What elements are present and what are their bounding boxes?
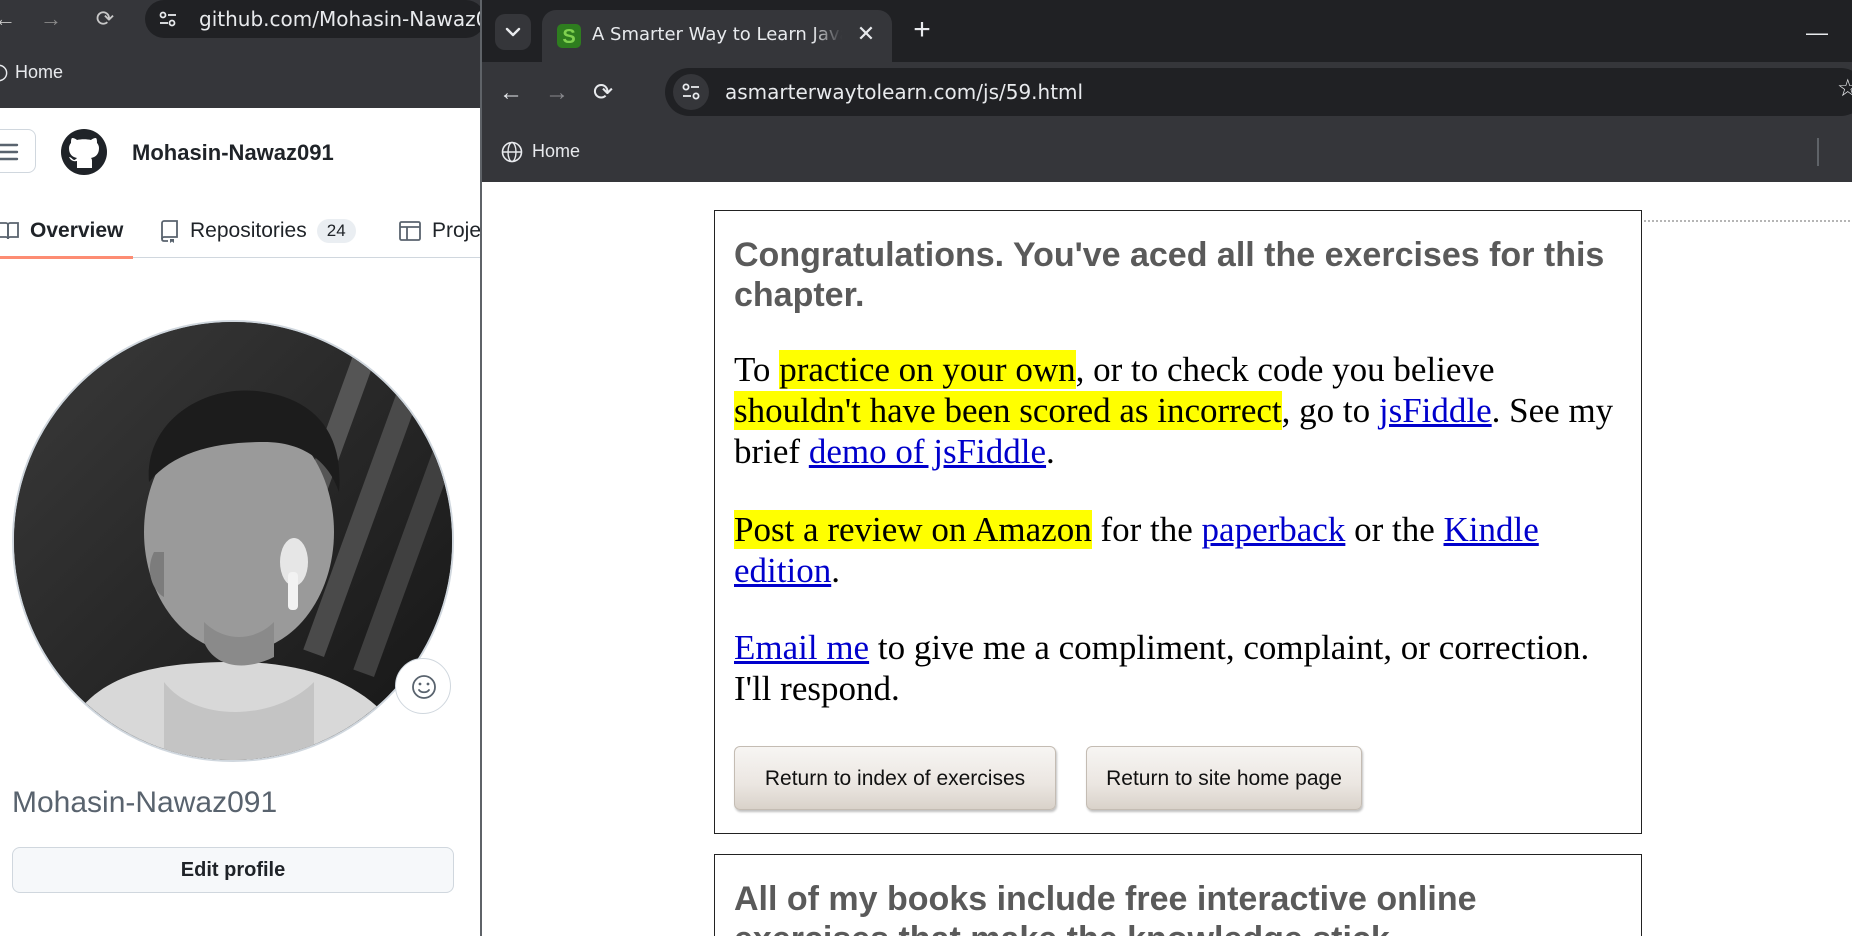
book-icon xyxy=(0,222,19,240)
bookmark-home[interactable]: Home xyxy=(532,141,580,162)
tab-search-chevron-icon xyxy=(505,27,521,37)
active-tab-indicator xyxy=(0,256,133,259)
back-arrow-icon[interactable]: ← xyxy=(0,6,18,32)
smiley-icon xyxy=(412,675,436,699)
tab-repositories[interactable]: Repositories 24 xyxy=(160,204,356,258)
site-info-tune-icon xyxy=(682,83,700,100)
tab-repositories-label: Repositories xyxy=(190,219,307,242)
web-page-content: Congratulations. You've aced all the exe… xyxy=(482,182,1852,936)
return-to-home-button[interactable]: Return to site home page xyxy=(1086,746,1362,810)
books-panel: All of my books include free interactive… xyxy=(714,854,1642,936)
review-text-2: or the xyxy=(1345,510,1444,549)
hamburger-menu-icon xyxy=(0,143,19,161)
url-text[interactable]: asmarterwaytolearn.com/js/59.html xyxy=(725,80,1083,104)
practice-text-2: , or to check code you believe xyxy=(1075,350,1495,389)
forward-arrow-icon[interactable]: → xyxy=(38,6,64,32)
demo-jsfiddle-link[interactable]: demo of jsFiddle xyxy=(809,432,1046,471)
star-icon[interactable]: ☆ xyxy=(1837,74,1852,103)
favicon-s-icon: S xyxy=(557,24,581,48)
practice-paragraph: To practice on your own, or to check cod… xyxy=(734,349,1624,472)
tab-search-button[interactable] xyxy=(495,14,531,50)
forward-arrow-icon[interactable]: → xyxy=(542,78,572,108)
bg-bookmarks-bar: Home xyxy=(0,40,480,108)
reload-icon[interactable]: ⟳ xyxy=(92,6,118,32)
tab-active[interactable]: S A Smarter Way to Learn JavaScri ✕ xyxy=(542,10,892,62)
bookmarks-divider xyxy=(1817,138,1819,166)
bookmarks-bar: Home xyxy=(482,124,1852,182)
bg-bookmark-home[interactable]: Home xyxy=(15,62,63,83)
edit-profile-button[interactable]: Edit profile xyxy=(12,847,454,893)
practice-highlight-2: shouldn't have been scored as incorrect xyxy=(734,391,1282,430)
github-header: Mohasin-Nawaz091 Overview Repositories 2… xyxy=(0,108,480,259)
return-to-index-button[interactable]: Return to index of exercises xyxy=(734,746,1056,810)
minimize-icon[interactable]: — xyxy=(1802,20,1832,45)
set-status-button[interactable] xyxy=(395,658,451,714)
tab-overview-label: Overview xyxy=(30,219,124,242)
avatar-photo xyxy=(14,322,452,760)
repositories-count-badge: 24 xyxy=(316,219,356,243)
profile-tabs: Overview Repositories 24 Proje xyxy=(0,204,480,259)
books-heading: All of my books include free interactive… xyxy=(734,880,1477,936)
practice-text-3: , go to xyxy=(1281,391,1379,430)
plus-icon[interactable]: + xyxy=(907,15,937,46)
bg-url-text[interactable]: github.com/Mohasin-Nawaz09 xyxy=(199,7,480,31)
bg-address-bar[interactable]: github.com/Mohasin-Nawaz09 xyxy=(145,0,480,38)
background-browser-window: ← → ⟳ github.com/Mohasin-Nawaz09 Home Mo… xyxy=(0,0,480,936)
browser-toolbar: ← → ⟳ asmarterwaytolearn.com/js/59.html … xyxy=(482,62,1852,124)
practice-highlight-1: practice on your own xyxy=(779,350,1076,389)
review-text-1: for the xyxy=(1091,510,1202,549)
bg-browser-toolbar: ← → ⟳ github.com/Mohasin-Nawaz09 xyxy=(0,0,480,40)
reload-icon[interactable]: ⟳ xyxy=(588,78,618,108)
practice-text-5: . xyxy=(1046,432,1055,471)
avatar[interactable] xyxy=(12,320,454,762)
congratulations-heading: Congratulations. You've aced all the exe… xyxy=(734,236,1605,314)
site-info-button[interactable] xyxy=(673,74,709,110)
jsfiddle-link[interactable]: jsFiddle xyxy=(1379,391,1492,430)
tab-title: A Smarter Way to Learn JavaScri xyxy=(592,24,842,45)
practice-text-1: To xyxy=(734,350,780,389)
tab-projects[interactable]: Proje xyxy=(398,204,480,258)
tab-projects-label: Proje xyxy=(432,219,480,242)
paperback-link[interactable]: paperback xyxy=(1202,510,1346,549)
address-bar[interactable]: asmarterwaytolearn.com/js/59.html xyxy=(665,68,1852,116)
close-icon[interactable]: ✕ xyxy=(854,22,878,46)
review-highlight: Post a review on Amazon xyxy=(734,510,1092,549)
repo-icon xyxy=(161,220,178,243)
back-arrow-icon[interactable]: ← xyxy=(496,78,526,108)
profile-username: Mohasin-Nawaz091 xyxy=(12,786,278,819)
site-info-tune-icon[interactable] xyxy=(159,11,177,27)
svg-text:S: S xyxy=(562,26,575,48)
review-text-3: . xyxy=(831,551,840,590)
tab-strip: S A Smarter Way to Learn JavaScri ✕ + — xyxy=(482,0,1852,62)
header-username[interactable]: Mohasin-Nawaz091 xyxy=(132,140,334,166)
congratulations-panel: Congratulations. You've aced all the exe… xyxy=(714,210,1642,834)
globe-icon xyxy=(0,64,8,82)
tab-overview[interactable]: Overview xyxy=(0,204,133,259)
email-me-link[interactable]: Email me xyxy=(734,628,869,667)
globe-icon xyxy=(501,141,523,163)
email-paragraph: Email me to give me a compliment, compla… xyxy=(734,627,1624,709)
foreground-browser-window: S A Smarter Way to Learn JavaScri ✕ + — … xyxy=(480,0,1852,936)
hamburger-menu-button[interactable] xyxy=(0,129,36,173)
table-icon xyxy=(399,221,421,241)
github-logo-icon[interactable] xyxy=(60,128,108,176)
review-paragraph: Post a review on Amazon for the paperbac… xyxy=(734,509,1624,591)
